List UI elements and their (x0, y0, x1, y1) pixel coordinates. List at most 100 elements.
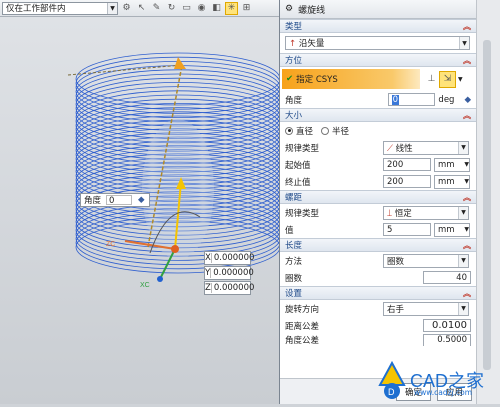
specify-csys-button[interactable]: ✔ 指定 CSYS (282, 69, 420, 89)
dist-tol-label: 距离公差 (285, 321, 320, 332)
chevron-down-icon: ▼ (458, 302, 468, 315)
helix-coil (75, 73, 281, 127)
start-unit: mm (438, 159, 455, 170)
radio-dot-icon (321, 126, 330, 135)
radio-radius[interactable]: 半径 (321, 125, 349, 137)
select-icon[interactable]: ↖ (135, 2, 148, 15)
pitch-value-label: 值 (285, 225, 294, 236)
angle-onscreen-value[interactable]: 0 (106, 195, 132, 206)
snap-icon[interactable]: ✎ (150, 2, 163, 15)
radio-diameter-label: 直径 (296, 126, 314, 137)
section-length-label: 长度 (285, 241, 303, 251)
section-type[interactable]: 类型 ︽ (280, 19, 476, 33)
start-input[interactable]: 200 (383, 158, 431, 171)
arrow-head (174, 57, 186, 69)
csys-dialog-icon[interactable]: ⊥ (424, 72, 439, 87)
spin-icon[interactable]: ◆ (138, 195, 145, 205)
check-icon: ✔ (286, 74, 294, 84)
coord-z-value[interactable]: 0.000000 (210, 283, 254, 293)
size-law-dropdown[interactable]: ⟋ 线性 ▼ (383, 140, 469, 155)
csys-axes-icon[interactable]: ⇲ (439, 70, 456, 88)
section-type-label: 类型 (285, 22, 303, 32)
angle-input[interactable]: 0 (387, 93, 436, 106)
dist-tol-value: 0.0100 (432, 320, 467, 331)
section-settings[interactable]: 设置 ︽ (280, 286, 476, 300)
chevron-down-icon[interactable]: ▼ (458, 76, 463, 83)
type-value: 沿矢量 (298, 39, 325, 49)
angle-label: 角度 (285, 95, 303, 106)
section-length[interactable]: 长度 ︽ (280, 238, 476, 252)
turns-row: 圈数 40 (280, 269, 476, 286)
size-law-value: 线性 (395, 143, 413, 154)
pitch-unit-dropdown[interactable]: mm ▼ (434, 222, 470, 237)
rotation-value: 右手 (387, 304, 405, 315)
rotation-dropdown[interactable]: 右手 ▼ (383, 301, 469, 316)
angle-onscreen-label: 角度 (84, 196, 102, 206)
chevron-down-icon: ▼ (458, 206, 468, 219)
chevron-down-icon: ▼ (459, 37, 469, 49)
constant-icon: ⟘ (387, 208, 393, 219)
chevron-down-icon: ▼ (464, 226, 469, 233)
end-label: 终止值 (285, 177, 311, 188)
ang-tol-input[interactable]: 0.5000 (423, 334, 471, 346)
coord-x-value[interactable]: 0.000000 (210, 253, 254, 263)
collapse-icon: ︽ (463, 192, 471, 202)
scroll-thumb[interactable] (483, 40, 491, 370)
view-icon[interactable]: ◉ (195, 2, 208, 15)
watermark-url: www.cadzj.com (414, 388, 473, 397)
section-orient-label: 方位 (285, 56, 303, 66)
angle-row: 角度 0 deg ◆ (280, 91, 476, 108)
coord-y-value[interactable]: 0.000000 (210, 268, 254, 278)
snap-point-icon[interactable]: ✳ (225, 1, 238, 15)
radio-dot-icon (285, 126, 293, 135)
gear-icon: ⚙ (285, 4, 294, 14)
section-orient[interactable]: 方位 ︽ (280, 53, 476, 67)
axis-x-label: XC (140, 282, 150, 289)
graphics-viewport[interactable]: XC ZC 角度 0 ◆ X 0.000000 Y 0.000000 Z 0.00000… (0, 17, 281, 404)
angle-unit: deg (438, 94, 455, 105)
pitch-law-value: 恒定 (394, 208, 412, 219)
specify-csys-label: 指定 CSYS (296, 75, 338, 85)
end-value: 200 (387, 176, 404, 187)
coord-z-field[interactable]: Z 0.000000 (204, 281, 254, 295)
start-row: 起始值 200 mm ▼ (280, 156, 476, 173)
dist-tol-input[interactable]: 0.0100 (423, 319, 471, 332)
collapse-icon: ︽ (463, 55, 471, 65)
start-value: 200 (387, 159, 404, 170)
pitch-input[interactable]: 5 (383, 223, 431, 236)
type-dropdown[interactable]: ↑ 沿矢量 ▼ (285, 36, 470, 50)
end-input[interactable]: 200 (383, 175, 431, 188)
radio-diameter[interactable]: 直径 (285, 125, 313, 137)
panel-scrollbar[interactable] (476, 0, 500, 404)
turns-input[interactable]: 40 (423, 271, 471, 284)
rotate-icon[interactable]: ↻ (165, 2, 178, 15)
helix-graphic: XC ZC (67, 52, 281, 289)
linear-icon: ⟋ (387, 143, 393, 154)
cube-icon[interactable]: ◧ (210, 2, 223, 15)
pitch-law-dropdown[interactable]: ⟘ 恒定 ▼ (383, 205, 469, 220)
filter-icon[interactable]: ⚙ (120, 2, 133, 15)
coord-x-field[interactable]: X 0.000000 (204, 251, 254, 265)
spin-icon[interactable]: ◆ (464, 95, 471, 105)
start-unit-dropdown[interactable]: mm ▼ (434, 157, 470, 172)
start-label: 起始值 (285, 160, 311, 171)
radio-row: 直径 半径 (280, 122, 476, 139)
method-dropdown[interactable]: 圈数 ▼ (383, 253, 469, 268)
coord-y-field[interactable]: Y 0.000000 (204, 266, 254, 280)
selection-filter-dropdown[interactable]: 仅在工作部件内 ▼ (2, 1, 118, 15)
angle-onscreen-input[interactable]: 角度 0 ◆ (80, 193, 150, 207)
axis-z-label: ZC (106, 241, 115, 248)
section-pitch[interactable]: 螺距 ︽ (280, 190, 476, 204)
grid-icon[interactable]: ⊞ (240, 2, 253, 15)
end-unit-dropdown[interactable]: mm ▼ (434, 174, 470, 189)
section-settings-label: 设置 (285, 289, 303, 299)
end-row: 终止值 200 mm ▼ (280, 173, 476, 190)
angle-value: 0 (391, 94, 400, 105)
pitch-law-row: 规律类型 ⟘ 恒定 ▼ (280, 204, 476, 221)
box-select-icon[interactable]: ▭ (180, 2, 193, 15)
chevron-down-icon: ▼ (464, 178, 469, 185)
radio-radius-label: 半径 (332, 126, 350, 137)
helix-coil (75, 69, 281, 123)
section-size[interactable]: 大小 ︽ (280, 108, 476, 122)
method-row: 方法 圈数 ▼ (280, 252, 476, 269)
